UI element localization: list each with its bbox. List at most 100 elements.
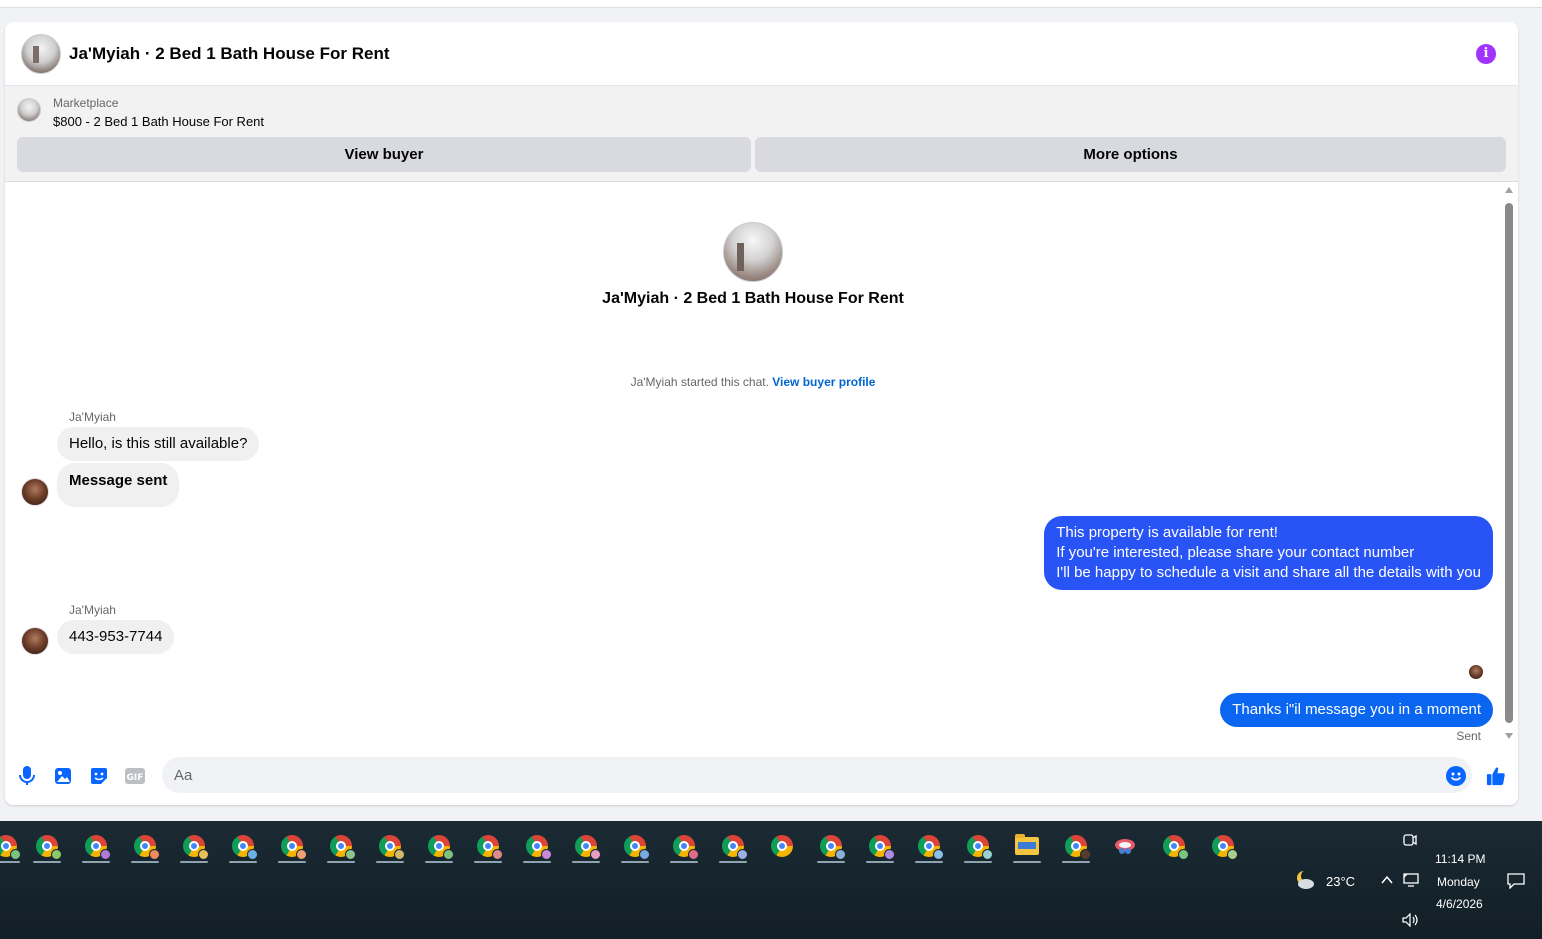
clock-time[interactable]: 11:14 PM	[1435, 852, 1485, 866]
taskbar-chrome-profile[interactable]	[568, 831, 604, 863]
message-bubble-outgoing[interactable]: This property is available for rent! If …	[1044, 516, 1493, 590]
message-composer: GIF	[5, 755, 1518, 795]
thread-scrollbar[interactable]	[1501, 187, 1518, 742]
taskbar-chrome-profile[interactable]	[78, 831, 114, 863]
taskbar-chrome-profile[interactable]	[421, 831, 457, 863]
taskbar-file-explorer[interactable]	[1009, 831, 1045, 863]
chrome-icon	[624, 835, 650, 860]
taskbar-chrome-profile[interactable]	[519, 831, 555, 863]
chrome-icon	[379, 835, 405, 860]
view-buyer-profile-link[interactable]: View buyer profile	[772, 375, 875, 389]
taskbar-chrome-profile[interactable]	[617, 831, 653, 863]
browser-top-strip	[0, 0, 1542, 8]
chrome-icon	[673, 835, 699, 860]
more-options-button[interactable]: More options	[755, 137, 1506, 172]
taskbar-chrome-profile[interactable]	[960, 831, 996, 863]
message-line: I'll be happy to schedule a visit and sh…	[1056, 564, 1481, 581]
chrome-icon	[869, 835, 895, 860]
taskbar-chrome-profile[interactable]	[1156, 831, 1192, 861]
intro-avatar	[723, 222, 783, 282]
gif-icon[interactable]: GIF	[125, 766, 145, 786]
taskbar-chrome-profile[interactable]	[225, 831, 261, 863]
chrome-icon	[330, 835, 356, 860]
taskbar-chrome-profile[interactable]	[470, 831, 506, 863]
chrome-icon	[477, 835, 503, 860]
network-icon[interactable]	[1403, 873, 1419, 890]
taskbar-chrome-profile[interactable]	[1058, 831, 1094, 863]
speaker-icon[interactable]	[1402, 912, 1420, 930]
scroll-thumb[interactable]	[1505, 203, 1513, 723]
scroll-down-arrow[interactable]	[1505, 733, 1513, 739]
message-input[interactable]	[162, 757, 1472, 793]
message-bubble-incoming[interactable]: Message sent	[57, 463, 180, 507]
read-receipt-avatar	[1469, 665, 1483, 679]
chrome-icon	[967, 835, 993, 860]
taskbar-chrome-profile[interactable]	[176, 831, 212, 863]
sender-avatar[interactable]	[21, 627, 49, 655]
sender-avatar[interactable]	[21, 478, 49, 506]
chat-header: Ja'Myiah · 2 Bed 1 Bath House For Rent i	[5, 22, 1518, 86]
intro-title: Ja'Myiah · 2 Bed 1 Bath House For Rent	[602, 290, 904, 307]
chrome-icon	[1163, 835, 1189, 860]
info-icon[interactable]: i	[1476, 44, 1496, 64]
chrome-icon	[428, 835, 454, 860]
message-bubble-incoming[interactable]: Hello, is this still available?	[57, 427, 260, 461]
emoji-icon[interactable]	[1446, 766, 1466, 786]
message-bubble-incoming[interactable]: 443-953-7744	[57, 620, 175, 654]
meet-now-icon[interactable]	[1402, 832, 1418, 851]
view-buyer-button[interactable]: View buyer	[17, 137, 751, 172]
chrome-icon	[722, 835, 748, 860]
chrome-icon	[820, 835, 846, 860]
taskbar-chrome-profile[interactable]	[715, 831, 751, 863]
listing-thumbnail[interactable]	[17, 98, 41, 122]
taskbar-chrome-profile[interactable]	[911, 831, 947, 863]
taskbar-chrome-profile[interactable]	[666, 831, 702, 863]
taskbar-chrome[interactable]	[764, 831, 800, 861]
taskbar-chrome-profile[interactable]	[323, 831, 359, 863]
chrome-icon	[85, 835, 111, 860]
sticker-icon[interactable]	[89, 766, 109, 786]
taskbar-chrome-profile[interactable]	[0, 831, 24, 863]
folder-icon	[1015, 834, 1039, 855]
chrome-icon	[526, 835, 552, 860]
marketplace-panel: Marketplace $800 - 2 Bed 1 Bath House Fo…	[5, 86, 1518, 182]
taskbar-chrome-profile[interactable]	[274, 831, 310, 863]
listing-price-title[interactable]: $800 - 2 Bed 1 Bath House For Rent	[53, 114, 264, 129]
chat-title[interactable]: Ja'Myiah · 2 Bed 1 Bath House For Rent	[69, 44, 390, 64]
scroll-up-arrow[interactable]	[1505, 187, 1513, 193]
photo-icon[interactable]	[53, 766, 73, 786]
message-line: If you're interested, please share your …	[1056, 544, 1415, 561]
chrome-icon	[36, 835, 62, 860]
taskbar-chrome-profile[interactable]	[862, 831, 898, 863]
taskbar-chrome-profile[interactable]	[372, 831, 408, 863]
clock-day[interactable]: Monday	[1437, 875, 1480, 889]
microphone-icon[interactable]	[17, 766, 37, 786]
message-bubble-outgoing[interactable]: Thanks i"il message you in a moment	[1220, 693, 1493, 727]
taskbar-chrome-profile[interactable]	[127, 831, 163, 863]
chrome-icon	[281, 835, 307, 860]
chat-started-text: Ja'Myiah started this chat.	[630, 375, 769, 389]
chrome-icon	[232, 835, 258, 860]
clock-date[interactable]: 4/6/2026	[1436, 897, 1483, 911]
chrome-icon	[0, 835, 21, 860]
gif-label: GIF	[127, 773, 144, 783]
chrome-icon	[771, 835, 793, 857]
chevron-up-icon[interactable]	[1380, 873, 1394, 890]
message-thread: Ja'Myiah · 2 Bed 1 Bath House For Rent J…	[5, 182, 1501, 757]
message-status: Sent	[1456, 729, 1481, 743]
notifications-icon[interactable]	[1507, 873, 1525, 892]
taskbar-snipping-tool[interactable]	[1107, 831, 1143, 861]
chrome-icon	[134, 835, 160, 860]
taskbar-chrome-profile[interactable]	[1205, 831, 1241, 861]
listing-avatar[interactable]	[21, 33, 61, 74]
chrome-icon	[1065, 835, 1091, 860]
taskbar-chrome-profile[interactable]	[813, 831, 849, 863]
marketplace-label: Marketplace	[53, 96, 119, 110]
chrome-icon	[575, 835, 601, 860]
weather-moon-cloud-icon[interactable]	[1294, 870, 1316, 890]
taskbar-chrome-profile[interactable]	[29, 831, 65, 863]
weather-temperature[interactable]: 23°C	[1326, 874, 1355, 889]
chat-started-notice: Ja'Myiah started this chat. View buyer p…	[5, 375, 1501, 389]
windows-taskbar: 11:14 PM Monday 4/6/2026 23°C	[0, 821, 1542, 939]
thumbs-up-icon[interactable]	[1486, 766, 1506, 786]
